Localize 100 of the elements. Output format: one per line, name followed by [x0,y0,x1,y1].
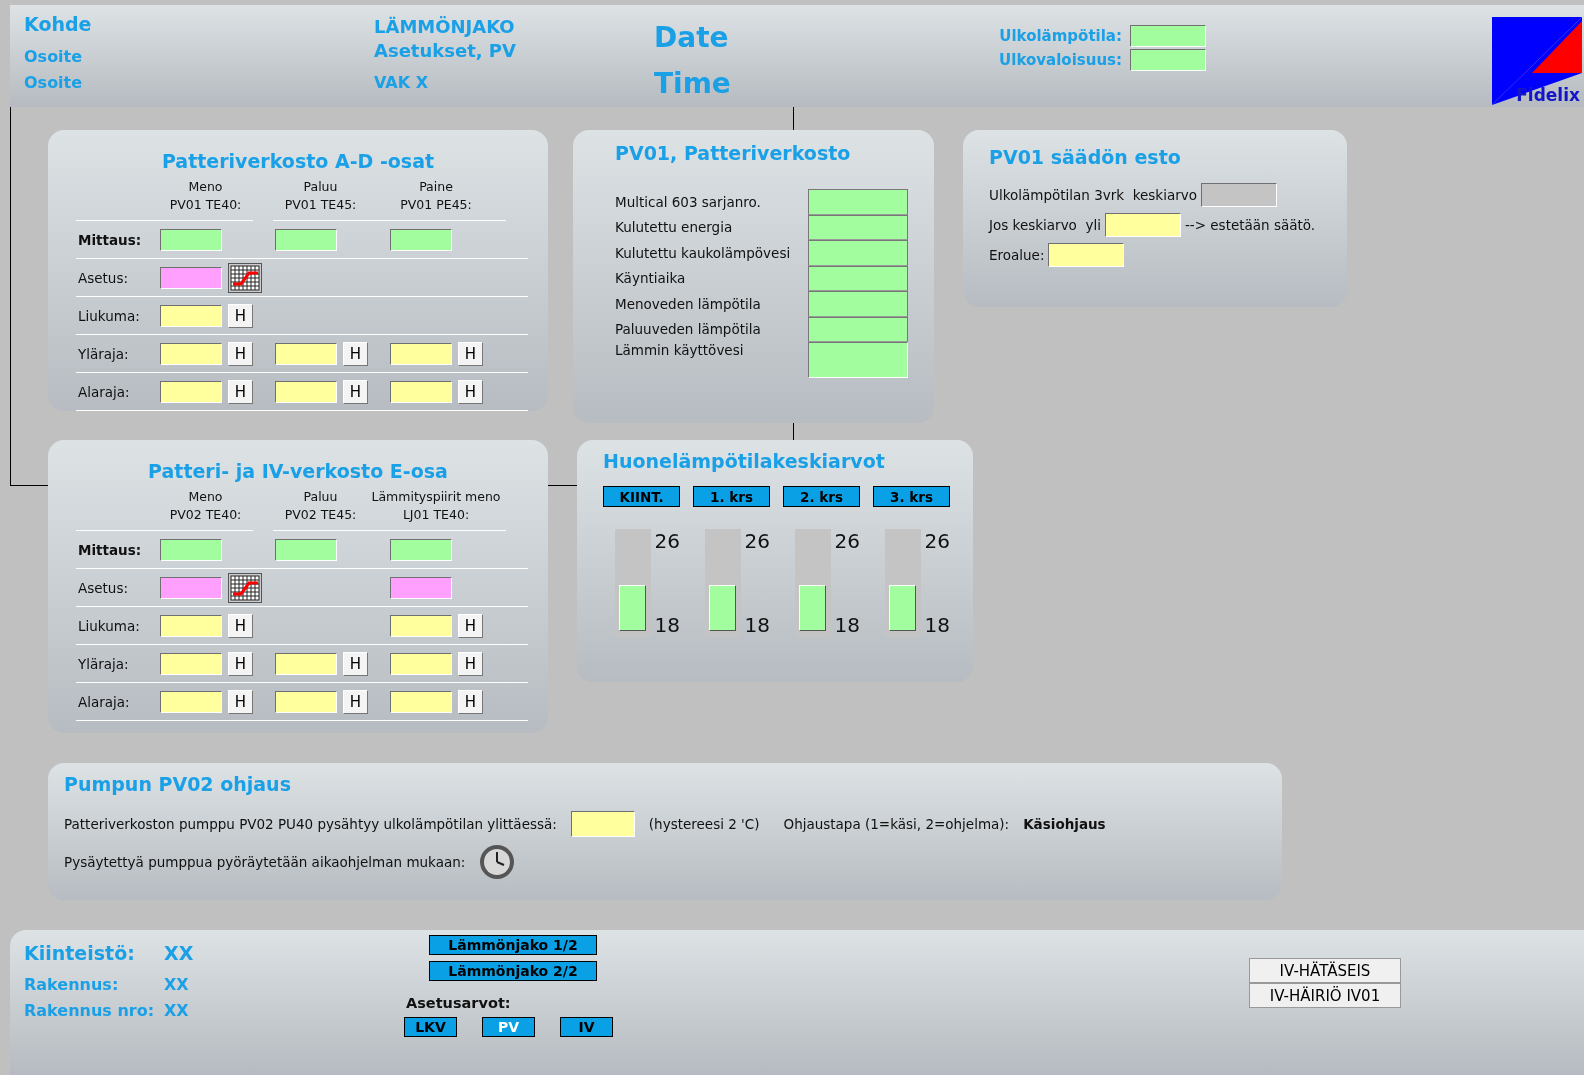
value-field[interactable] [390,228,452,251]
meter-label: Menoveden lämpötila [615,295,762,312]
setting-label: Ulkolämpötilan 3vrk keskiarvo [989,187,1197,203]
alarm-button[interactable]: IV-HÄTÄSEIS [1249,958,1401,983]
manual-button[interactable]: H [458,613,483,638]
pump-text: Patteriverkoston pumppu PV02 PU40 pysähtyy ulkolämpötilan ylittäessä: [64,816,557,832]
panel-title: Pumpun PV02 ohjaus [64,773,292,795]
clock-icon[interactable] [479,844,516,880]
row-label: Mittaus: [76,531,158,569]
settings-label: Asetusarvot: [406,995,511,1011]
floor-button[interactable]: 2. krs [783,486,860,507]
panel-title: Patteri- ja IV-verkosto E-osa [147,460,449,482]
address: Osoite [24,72,84,94]
manual-button[interactable]: H [228,651,253,676]
value-field[interactable] [390,380,452,403]
info-value: XX [164,941,194,966]
meter-label: Lämmin käyttövesi [615,342,745,358]
mode-label: Ohjaustapa (1=käsi, 2=ohjelma): [783,816,1010,832]
value-field[interactable] [275,652,337,675]
page-button[interactable]: Lämmönjako 2/2 [429,961,597,981]
settings-button[interactable]: LKV [404,1017,457,1037]
value-field[interactable] [160,266,222,289]
curve-button[interactable] [228,572,262,603]
scale-min: 18 [654,613,680,637]
value-field[interactable] [275,342,337,365]
value-field[interactable] [160,652,222,675]
panel-title: Patteriverkosto A-D -osat [160,150,436,172]
meter-label: Käyntiaika [615,270,687,287]
value-field[interactable] [275,380,337,403]
value-field[interactable] [570,811,635,837]
value-field[interactable] [160,380,222,403]
value-field[interactable] [1048,243,1125,267]
alarm-button[interactable]: IV-HÄIRIÖ IV01 [1249,983,1401,1008]
manual-button[interactable]: H [458,341,483,366]
column-header: Paluu PV01 TE45: [273,178,368,221]
scale-max: 26 [744,529,770,553]
page-button[interactable]: Lämmönjako 1/2 [429,935,597,955]
pump-text: Pysäytettyä pumppua pyöräytetään aikaohjelman mukaan: [64,854,466,870]
row-label: Yläraja: [76,645,158,683]
row-label: Asetus: [76,259,158,297]
scale-max: 26 [654,529,680,553]
manual-button[interactable]: H [343,689,368,714]
value-field[interactable] [160,304,222,327]
value-field[interactable] [390,690,452,713]
mode-value: Käsiohjaus [1023,816,1106,832]
manual-button[interactable]: H [228,379,253,404]
scale-max: 26 [834,529,860,553]
page-title: Asetukset, PV [374,39,517,63]
row-label: Alaraja: [76,683,158,721]
value-field[interactable] [390,342,452,365]
info-value: XX [164,974,189,996]
manual-button[interactable]: H [458,379,483,404]
value-field[interactable] [390,576,452,599]
value-field[interactable] [275,228,337,251]
scale-max: 26 [924,529,950,553]
panel-title: PV01, Patteriverkosto [615,142,852,164]
value-field[interactable] [160,614,222,637]
outdoor-label: Ulkovaloisuus: [998,51,1122,69]
meter-label: Multical 603 sarjanro. [615,193,762,210]
settings-button[interactable]: IV [560,1017,613,1037]
address: Osoite [24,46,84,68]
manual-button[interactable]: H [228,303,253,328]
value-field[interactable] [390,652,452,675]
scale-min: 18 [834,613,860,637]
manual-button[interactable]: H [228,613,253,638]
manual-button[interactable]: H [458,689,483,714]
manual-button[interactable]: H [343,379,368,404]
value-field[interactable] [275,538,337,561]
manual-button[interactable]: H [228,341,253,366]
value-field[interactable] [390,614,452,637]
row-label: Liukuma: [76,297,158,335]
row-label: Yläraja: [76,335,158,373]
value-field[interactable] [160,342,222,365]
column-header: Paluu PV02 TE45: [273,488,368,531]
row-label: Alaraja: [76,373,158,411]
value-field[interactable] [160,690,222,713]
logo-icon [1492,17,1582,105]
floor-button[interactable]: KIINT. [603,486,680,507]
value-field[interactable] [390,538,452,561]
meter-label: Kulutettu energia [615,219,734,236]
site-name: Kohde [24,13,93,35]
value-field[interactable] [275,690,337,713]
value-field[interactable] [1104,213,1181,237]
value-field[interactable] [160,576,222,599]
setting-note: --> estetään säätö. [1184,217,1316,233]
manual-button[interactable]: H [343,341,368,366]
curve-button[interactable] [228,262,262,293]
value-field[interactable] [160,538,222,561]
info-label: Rakennus: [24,974,120,996]
manual-button[interactable]: H [228,689,253,714]
column-header: Meno PV02 TE40: [158,488,253,531]
manual-button[interactable]: H [343,651,368,676]
value-field[interactable] [160,228,222,251]
scale-min: 18 [924,613,950,637]
meter-label: Kulutettu kaukolämpövesi [615,244,792,261]
logo-text: Fidelix [1516,85,1580,105]
row-label: Liukuma: [76,607,158,645]
manual-button[interactable]: H [458,651,483,676]
floor-button[interactable]: 3. krs [873,486,950,507]
floor-button[interactable]: 1. krs [693,486,770,507]
